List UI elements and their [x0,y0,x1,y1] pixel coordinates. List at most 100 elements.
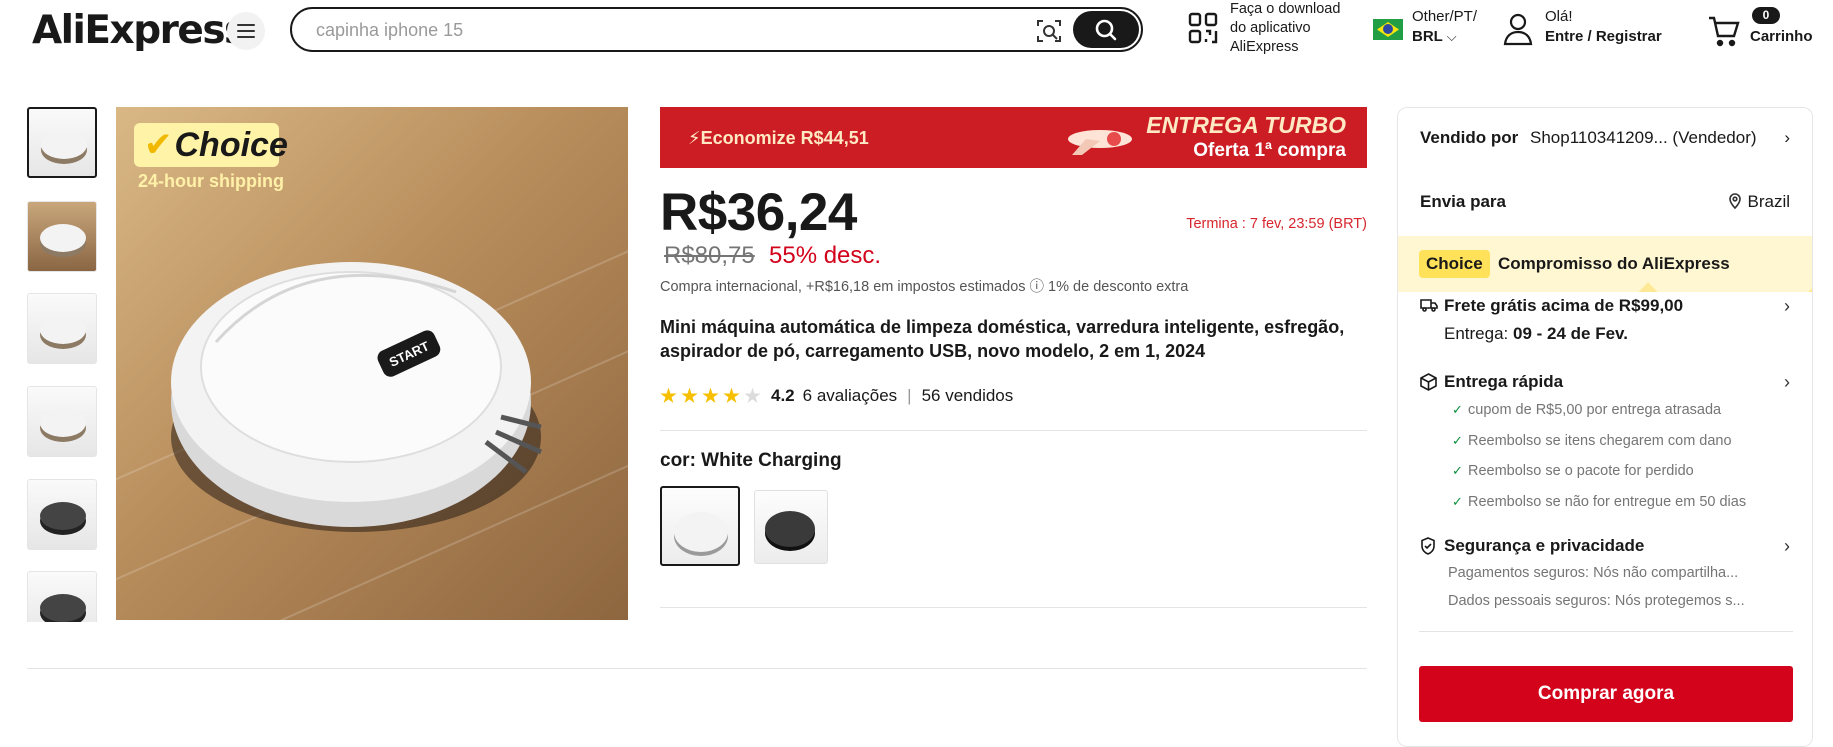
color-option-black[interactable] [754,490,828,564]
choice-tag: Choice [1419,250,1490,278]
cart-link[interactable]: 0 Carrinho [1707,6,1827,54]
cart-label: Carrinho [1750,28,1813,45]
seller-name[interactable]: Shop110341209... (Vendedor) [1530,128,1757,148]
check-icon: ✓ [1452,463,1463,478]
brazil-flag-icon [1373,19,1403,40]
truck-icon [1420,299,1438,312]
list-item: Pagamentos seguros: Nós não compartilha.… [1448,565,1739,581]
list-item: ✓ Reembolso se itens chegarem com dano [1452,432,1732,449]
sign-in-register[interactable]: Entre / Registrar [1545,28,1662,45]
checkmark-icon: ✔ [144,126,173,164]
delivery-estimate: Entrega: 09 - 24 de Fev. [1444,324,1628,343]
color-option-white[interactable] [660,486,740,566]
security-list: Pagamentos seguros: Nós não compartilha.… [1420,565,1790,621]
rating-row: 4.2 6 avaliações | 56 vendidos [660,384,1013,408]
thumbnail-strip [27,107,99,622]
search-bar [290,7,1143,52]
airplane-icon [1068,130,1132,155]
rating-stars [660,387,761,405]
promo-banner[interactable]: ⚡Economize R$44,51 ENTREGA TURBO Oferta … [660,107,1367,168]
thumbnail-1[interactable] [27,107,97,178]
divider [27,668,1367,669]
check-icon: ✓ [1452,432,1463,448]
ships-to-country[interactable]: Brazil [1729,192,1790,212]
choice-commitment-text: Compromisso do AliExpress [1498,254,1730,273]
aliexpress-logo[interactable]: AliExpress [32,8,247,53]
sold-by-label: Vendido por [1420,128,1519,147]
search-icon [1095,19,1117,40]
choice-badge: ✔ Choice [134,123,288,167]
cart-icon [1709,16,1740,47]
chevron-down-icon: ⌵ [1446,29,1457,44]
account-link[interactable]: Olá! Entre / Registrar [1503,8,1673,52]
list-item: Dados pessoais seguros: Nós protegemos s… [1448,593,1745,609]
search-input[interactable] [316,18,1016,42]
search-button[interactable] [1073,11,1139,48]
original-price: R$80,75 [664,242,755,269]
chevron-right-icon: › [1784,128,1790,147]
top-header: AliExpress Faça o download do aplicativo… [0,0,1833,60]
account-greeting: Olá! [1545,8,1573,25]
shield-icon [1421,537,1435,555]
divider: | [907,386,912,405]
list-item: ✓ cupom de R$5,00 por entrega atrasada [1452,402,1722,418]
qr-code-icon [1188,12,1218,44]
chevron-right-icon: › [1784,372,1790,392]
product-title: Mini máquina automática de limpeza domés… [660,317,1345,361]
shipping-24h-text: 24-hour shipping [138,171,284,191]
check-icon: ✓ [1452,402,1463,417]
ships-to-row[interactable]: Envia para Brazil [1420,192,1790,212]
security-title: Segurança e privacidade [1444,536,1645,555]
star-icon [702,387,719,403]
star-icon [681,387,698,403]
security-section[interactable]: Segurança e privacidade › Pagamentos seg… [1420,536,1790,621]
star-empty-icon [744,387,761,403]
app-download-link[interactable]: Faça o download do aplicativo AliExpress [1188,0,1358,60]
region-language: Other/PT/ [1412,8,1478,25]
thumbnail-6[interactable] [27,571,97,622]
reviews-link[interactable]: 6 avaliações [803,386,898,406]
purchase-panel: Vendido por Shop110341209... (Vendedor) … [1397,107,1813,747]
thumbnail-3[interactable] [27,293,97,364]
tax-note: Compra internacional, +R$16,18 em impost… [660,279,1189,295]
thumbnail-2[interactable] [27,201,97,272]
thumbnail-4[interactable] [27,386,97,457]
current-price: R$36,24 [660,183,857,242]
promo-turbo: ENTREGA TURBO Oferta 1ª compra [1146,112,1346,162]
free-shipping-section[interactable]: Frete grátis acima de R$99,00 › Entrega:… [1420,296,1790,344]
lightning-icon: ⚡ [688,128,701,148]
list-item: ✓ Reembolso se não for entregue em 50 dia… [1452,493,1747,510]
guarantee-list: ✓ cupom de R$5,00 por entrega atrasada ✓ R… [1420,400,1790,522]
fast-delivery-section[interactable]: Entrega rápida › ✓ cupom de R$5,00 por en… [1420,372,1790,522]
divider [660,607,1367,608]
menu-button[interactable] [227,12,265,50]
camera-search-icon [1037,20,1061,42]
free-shipping-text: Frete grátis acima de R$99,00 [1444,296,1684,315]
choice-commitment: Choice Compromisso do AliExpress [1398,236,1812,292]
user-icon [1503,13,1533,46]
check-icon: ✓ [1452,493,1463,509]
package-icon [1420,373,1437,391]
hamburger-icon [237,24,255,38]
sale-end-time: Termina : 7 fev, 23:59 (BRT) [1186,216,1367,232]
star-icon [660,387,677,403]
sold-count: 56 vendidos [921,386,1014,405]
discount-badge: 55% desc. [769,242,882,269]
thumbnail-5[interactable] [27,479,97,550]
divider [1419,631,1793,632]
app-download-text: Faça o download do aplicativo AliExpress [1230,1,1341,55]
main-product-image[interactable]: START ✔ Choice 24-hour shipping [116,107,628,620]
seller-row[interactable]: Vendido por Shop110341209... (Vendedor) … [1420,128,1790,148]
image-search-button[interactable] [1035,17,1063,45]
color-label: cor: White Charging [660,450,842,471]
chevron-right-icon: › [1784,536,1790,556]
fast-delivery-title: Entrega rápida [1444,372,1564,391]
cart-count-badge: 0 [1752,7,1780,24]
promo-savings: ⚡Economize R$44,51 [688,128,869,148]
list-item: ✓ Reembolso se o pacote for perdido [1452,463,1694,479]
divider [660,430,1367,431]
rating-score: 4.2 [771,386,795,405]
buy-now-button[interactable]: Comprar agora [1419,666,1793,722]
region-currency-selector[interactable]: Other/PT/ BRL ⌵ [1373,8,1483,52]
robot-vacuum-image: START [171,262,543,532]
